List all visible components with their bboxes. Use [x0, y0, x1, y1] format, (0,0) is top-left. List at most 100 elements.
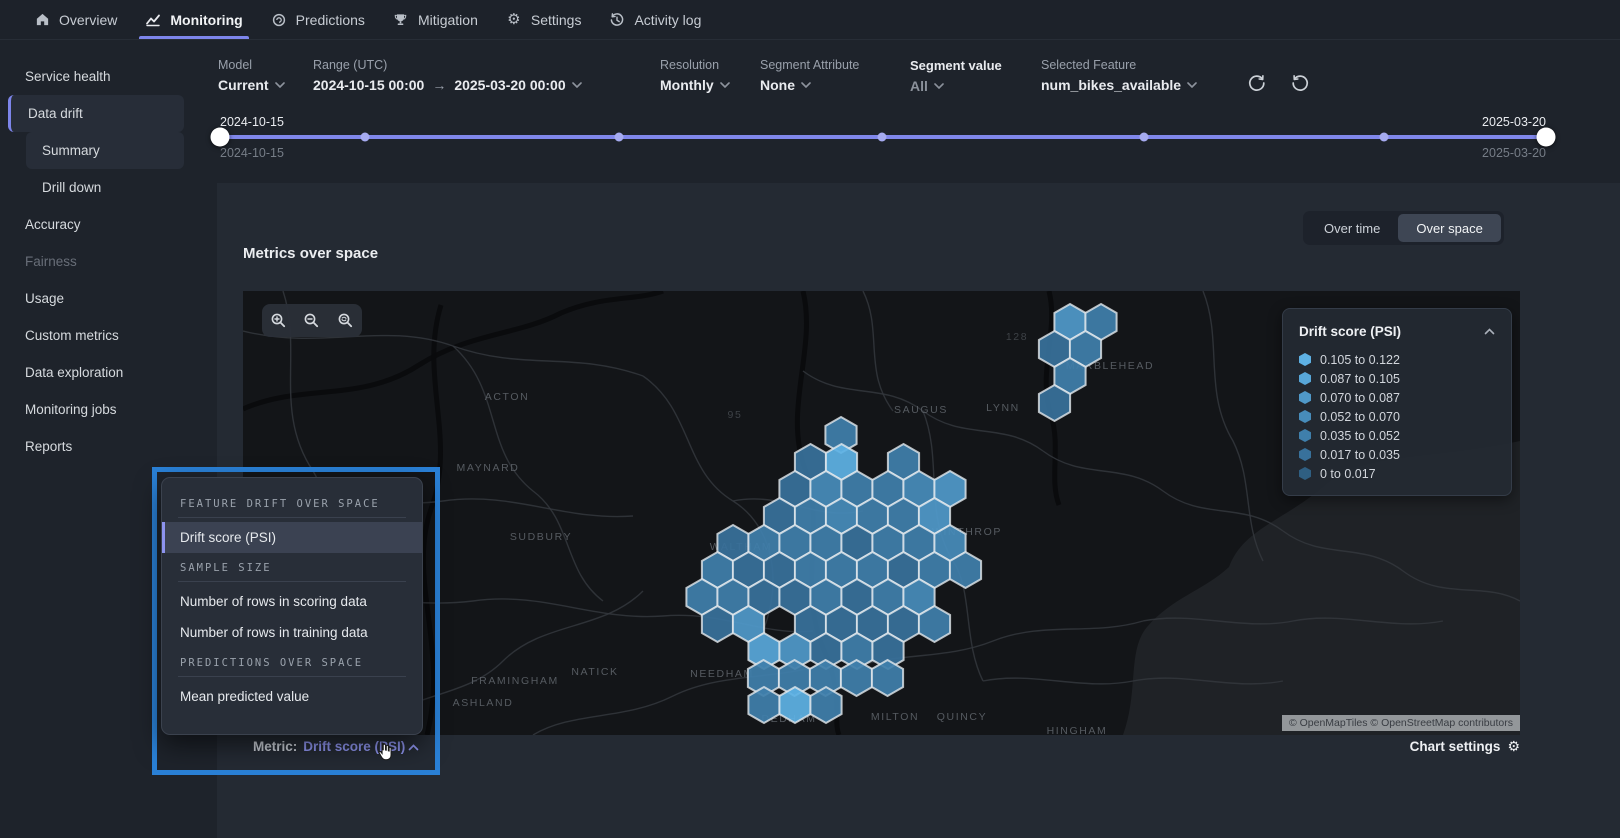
hex-cell[interactable]: [1039, 385, 1070, 421]
selected-feature-selector: Selected Feature num_bikes_available: [1041, 58, 1197, 93]
hex-cell[interactable]: [950, 552, 981, 588]
timeline-tick[interactable]: [877, 133, 886, 142]
nav-item-monitoring[interactable]: Monitoring: [131, 0, 256, 39]
slider-end-label: 2025-03-20: [1346, 115, 1546, 129]
sidebar-item-drill-down[interactable]: Drill down: [0, 169, 217, 206]
refresh-icon[interactable]: [1248, 74, 1266, 92]
nav-item-label: Mitigation: [418, 12, 478, 28]
chevron-down-icon: [275, 82, 285, 88]
dropdown-section-header: FEATURE DRIFT OVER SPACE: [180, 498, 404, 510]
slider-handle-start[interactable]: [211, 128, 230, 147]
range-arrow: →: [430, 77, 448, 93]
segment-value-selector: Segment value All: [910, 58, 1002, 94]
home-icon: [34, 12, 50, 28]
legend-swatch: [1299, 429, 1311, 442]
zoom-in-icon[interactable]: [270, 312, 287, 329]
controls-bar: Model Current Range (UTC) 2024-10-15 00:…: [217, 58, 1620, 108]
chevron-down-icon: [801, 82, 811, 88]
zoom-out-icon[interactable]: [303, 312, 320, 329]
divider: [178, 676, 406, 677]
sidebar-item-custom-metrics[interactable]: Custom metrics: [0, 317, 217, 354]
chevron-down-icon: [1187, 82, 1197, 88]
chart-settings-button[interactable]: Chart settings ⚙: [1410, 733, 1520, 759]
hex-cell[interactable]: [841, 660, 872, 696]
segment-attribute-dropdown[interactable]: None: [760, 77, 859, 93]
nav-item-label: Overview: [59, 12, 117, 28]
legend-item: 0.087 to 0.105: [1299, 369, 1495, 388]
toggle-over-space[interactable]: Over space: [1398, 214, 1500, 242]
legend-swatch: [1299, 353, 1311, 366]
dropdown-section-header: SAMPLE SIZE: [180, 562, 404, 574]
nav-item-label: Predictions: [296, 12, 365, 28]
segment-attribute-selector: Segment Attribute None: [760, 58, 859, 93]
main-panel: Over time Over space Metrics over space: [217, 183, 1620, 838]
zoom-reset-icon[interactable]: [337, 312, 354, 329]
date-range-slider: 2024-10-15 2024-10-15 2025-03-20 2025-03…: [217, 110, 1620, 170]
hex-cell[interactable]: [702, 606, 733, 642]
sidebar-item-reports[interactable]: Reports: [0, 428, 217, 465]
metric-dropdown-trigger[interactable]: Drift score (PSI): [303, 739, 419, 754]
legend-header[interactable]: Drift score (PSI): [1299, 322, 1495, 340]
hex-cell[interactable]: [779, 687, 810, 723]
resolution-dropdown[interactable]: Monthly: [660, 77, 730, 93]
range-selector: Range (UTC) 2024-10-15 00:00 → 2025-03-2…: [313, 58, 582, 93]
hex-cell[interactable]: [748, 687, 779, 723]
divider: [178, 581, 406, 582]
nav-item-settings[interactable]: ⚙ Settings: [492, 0, 596, 39]
timeline-track[interactable]: [220, 135, 1546, 139]
metric-selector-bar: Metric: Drift score (PSI): [253, 733, 419, 759]
nav-item-label: Monitoring: [170, 12, 242, 28]
range-dropdown[interactable]: 2024-10-15 00:00 → 2025-03-20 00:00: [313, 77, 582, 93]
slider-start-label: 2024-10-15: [220, 115, 284, 129]
legend-item: 0.105 to 0.122: [1299, 350, 1495, 369]
legend-swatch: [1299, 410, 1311, 423]
metric-prefix: Metric:: [253, 739, 297, 754]
menu-item-rows-training[interactable]: Number of rows in training data: [162, 617, 422, 648]
segment-value-dropdown[interactable]: All: [910, 78, 1002, 94]
selected-feature-dropdown[interactable]: num_bikes_available: [1041, 77, 1197, 93]
nav-item-label: Activity log: [634, 12, 701, 28]
legend-title: Drift score (PSI): [1299, 324, 1401, 339]
nav-item-predictions[interactable]: Predictions: [257, 0, 379, 39]
legend-item: 0.070 to 0.087: [1299, 388, 1495, 407]
nav-item-activity-log[interactable]: Activity log: [595, 0, 715, 39]
sidebar-item-summary[interactable]: Summary: [26, 132, 184, 169]
divider: [178, 517, 406, 518]
map-attribution[interactable]: © OpenMapTiles © OpenStreetMap contribut…: [1282, 715, 1520, 731]
timeline-tick[interactable]: [1380, 133, 1389, 142]
map-zoom-toolbar: [262, 304, 362, 337]
hex-cell[interactable]: [872, 660, 903, 696]
chevron-up-icon: [1484, 322, 1495, 340]
slider-start-sublabel: 2024-10-15: [220, 146, 284, 160]
nav-item-overview[interactable]: Overview: [20, 0, 131, 39]
chevron-down-icon: [934, 83, 944, 89]
sidebar-item-data-drift[interactable]: Data drift: [8, 95, 184, 132]
toggle-over-time[interactable]: Over time: [1306, 214, 1398, 242]
timeline-tick[interactable]: [615, 133, 624, 142]
view-toggle: Over time Over space: [1303, 211, 1504, 245]
map-canvas[interactable]: ACTONMAYNARDSUDBURYWALTHAMFRAMINGHAMNATI…: [243, 291, 1520, 735]
sidebar-item-accuracy[interactable]: Accuracy: [0, 206, 217, 243]
menu-item-mean-predicted[interactable]: Mean predicted value: [162, 681, 422, 712]
restore-icon[interactable]: [1291, 74, 1309, 92]
sidebar-item-data-exploration[interactable]: Data exploration: [0, 354, 217, 391]
timeline-tick[interactable]: [360, 133, 369, 142]
model-dropdown[interactable]: Current: [218, 77, 285, 93]
hex-cell[interactable]: [810, 687, 841, 723]
top-nav: Overview Monitoring Predictions Mitigati…: [0, 0, 1620, 40]
hex-cell[interactable]: [919, 606, 950, 642]
menu-item-drift-score[interactable]: Drift score (PSI): [162, 522, 422, 553]
nav-item-mitigation[interactable]: Mitigation: [379, 0, 492, 39]
sidebar-item-usage[interactable]: Usage: [0, 280, 217, 317]
menu-item-rows-scoring[interactable]: Number of rows in scoring data: [162, 586, 422, 617]
sidebar-item-monitoring-jobs[interactable]: Monitoring jobs: [0, 391, 217, 428]
legend-item: 0 to 0.017: [1299, 464, 1495, 483]
gear-icon: ⚙: [506, 12, 522, 28]
timeline-tick[interactable]: [1140, 133, 1149, 142]
slider-end-sublabel: 2025-03-20: [1346, 146, 1546, 160]
sidebar-item-service-health[interactable]: Service health: [0, 58, 217, 95]
legend-swatch: [1299, 391, 1311, 404]
chart-icon: [145, 12, 161, 28]
legend-swatch: [1299, 448, 1311, 461]
slider-handle-end[interactable]: [1537, 128, 1556, 147]
